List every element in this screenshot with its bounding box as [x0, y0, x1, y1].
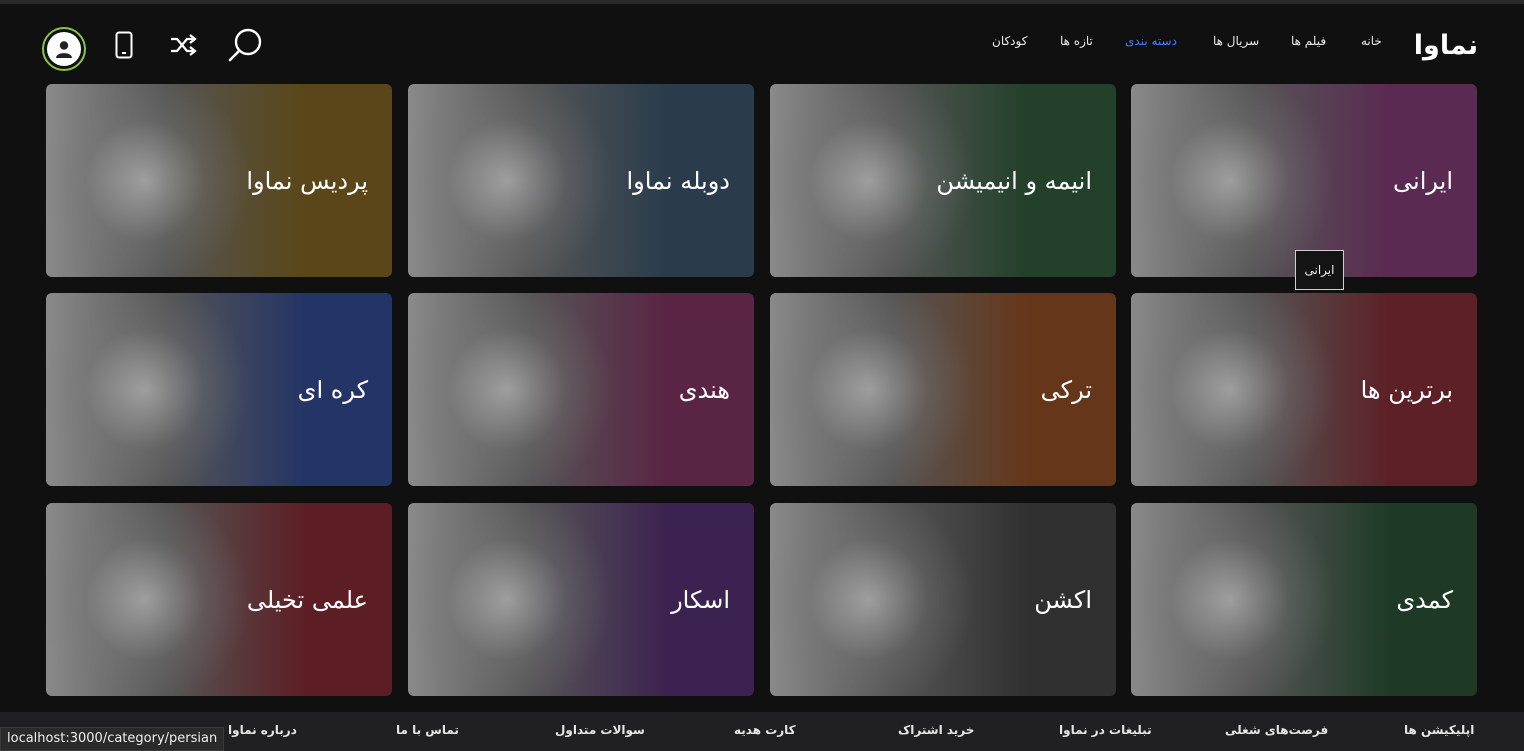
footer-link-careers[interactable]: فرصت‌های شغلی	[1225, 723, 1328, 737]
footer-link-about[interactable]: درباره نماوا	[228, 723, 297, 737]
card-photo	[1131, 503, 1351, 696]
category-card-anime[interactable]: انیمه و انیمیشن	[770, 84, 1116, 277]
shuffle-icon[interactable]	[168, 30, 198, 60]
card-photo	[770, 503, 990, 696]
category-card-dubbed[interactable]: دوبله نماوا	[408, 84, 754, 277]
card-photo	[46, 503, 266, 696]
card-photo	[46, 293, 266, 486]
footer-link-gift-card[interactable]: کارت هدیه	[734, 723, 796, 737]
category-card-scifi[interactable]: علمی تخیلی	[46, 503, 392, 696]
footer-link-apps[interactable]: اپلیکیشن ها	[1404, 723, 1474, 737]
category-label: اکشن	[1034, 585, 1092, 614]
card-photo	[770, 293, 990, 486]
card-photo	[1131, 293, 1351, 486]
nav-kids[interactable]: کودکان	[992, 34, 1027, 48]
card-photo	[408, 293, 628, 486]
category-card-top[interactable]: برترین ها	[1131, 293, 1477, 486]
user-avatar-icon	[47, 32, 81, 66]
category-card-action[interactable]: اکشن	[770, 503, 1116, 696]
category-card-korean[interactable]: کره ای	[46, 293, 392, 486]
nav-new[interactable]: تازه ها	[1060, 34, 1093, 48]
category-label: هندی	[678, 375, 730, 404]
category-label: ترکی	[1040, 375, 1092, 404]
top-navbar: نماوا خانه فیلم ها سریال ها دسته بندی تا…	[0, 4, 1524, 82]
category-card-pardis[interactable]: پردیس نماوا	[46, 84, 392, 277]
footer-bar: اپلیکیشن ها فرصت‌های شغلی تبلیغات در نما…	[0, 712, 1524, 751]
category-card-indian[interactable]: هندی	[408, 293, 754, 486]
category-label: علمی تخیلی	[246, 585, 368, 614]
mobile-icon[interactable]	[112, 30, 136, 60]
category-label: کمدی	[1396, 585, 1453, 614]
nav-series[interactable]: سریال ها	[1213, 34, 1259, 48]
category-card-oscar[interactable]: اسکار	[408, 503, 754, 696]
browser-status-url: localhost:3000/category/persian	[0, 727, 225, 751]
card-photo	[408, 503, 628, 696]
category-label: ایرانی	[1393, 166, 1453, 195]
category-card-iranian[interactable]: ایرانی	[1131, 84, 1477, 277]
footer-link-faq[interactable]: سوالات متداول	[555, 723, 645, 737]
card-photo	[1131, 84, 1351, 277]
category-card-turkish[interactable]: ترکی	[770, 293, 1116, 486]
user-avatar-button[interactable]	[42, 27, 86, 71]
search-icon[interactable]	[224, 24, 266, 66]
footer-link-contact[interactable]: تماس با ما	[396, 723, 459, 737]
category-label: اسکار	[671, 585, 730, 614]
namava-logo[interactable]: نماوا	[1408, 26, 1484, 66]
footer-link-ads[interactable]: تبلیغات در نماوا	[1059, 723, 1152, 737]
card-photo	[46, 84, 266, 277]
nav-home[interactable]: خانه	[1361, 34, 1382, 48]
category-card-comedy[interactable]: کمدی	[1131, 503, 1477, 696]
category-label: انیمه و انیمیشن	[936, 166, 1092, 195]
category-label: برترین ها	[1360, 375, 1453, 404]
category-label: دوبله نماوا	[626, 166, 730, 195]
category-label: پردیس نماوا	[246, 166, 368, 195]
hover-tooltip: ایرانی	[1295, 250, 1344, 290]
nav-movies[interactable]: فیلم ها	[1291, 34, 1326, 48]
category-label: کره ای	[297, 375, 368, 404]
footer-link-subscribe[interactable]: خرید اشتراک	[898, 723, 974, 737]
card-photo	[408, 84, 628, 277]
nav-categories[interactable]: دسته بندی	[1125, 34, 1177, 48]
